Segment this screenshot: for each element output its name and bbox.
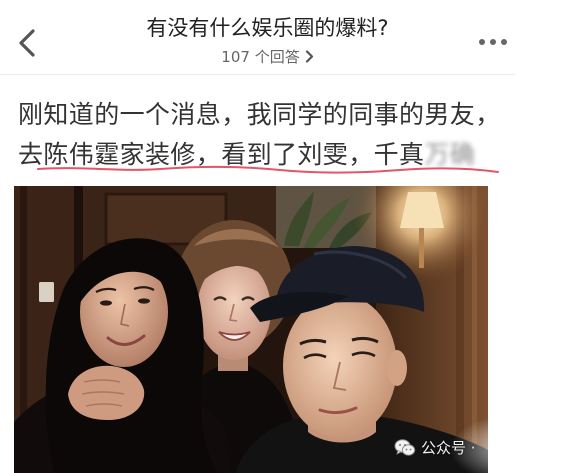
answer-photo[interactable] [14,186,488,473]
red-wavy-underline [37,165,499,174]
answer-count-link[interactable]: 107 个回答 [0,46,535,68]
chevron-right-icon [305,50,313,63]
more-button[interactable] [474,32,514,52]
watermark-text: 公众号 · [421,439,476,457]
watermark: 公众号 · [394,438,476,458]
answer-count-label: 107 个回答 [221,48,300,66]
header-divider [0,74,515,75]
screen: 有没有什么娱乐圈的爆料? 107 个回答 刚知道的一个消息，我同学的同事的男友，… [0,0,569,473]
photo-scene [14,186,488,473]
more-dots-icon [479,39,507,45]
answer-line-1: 刚知道的一个消息，我同学的同事的男友， [18,100,501,129]
wechat-icon [394,439,416,456]
question-title[interactable]: 有没有什么娱乐圈的爆料? [0,14,535,42]
light-switch [39,282,54,302]
